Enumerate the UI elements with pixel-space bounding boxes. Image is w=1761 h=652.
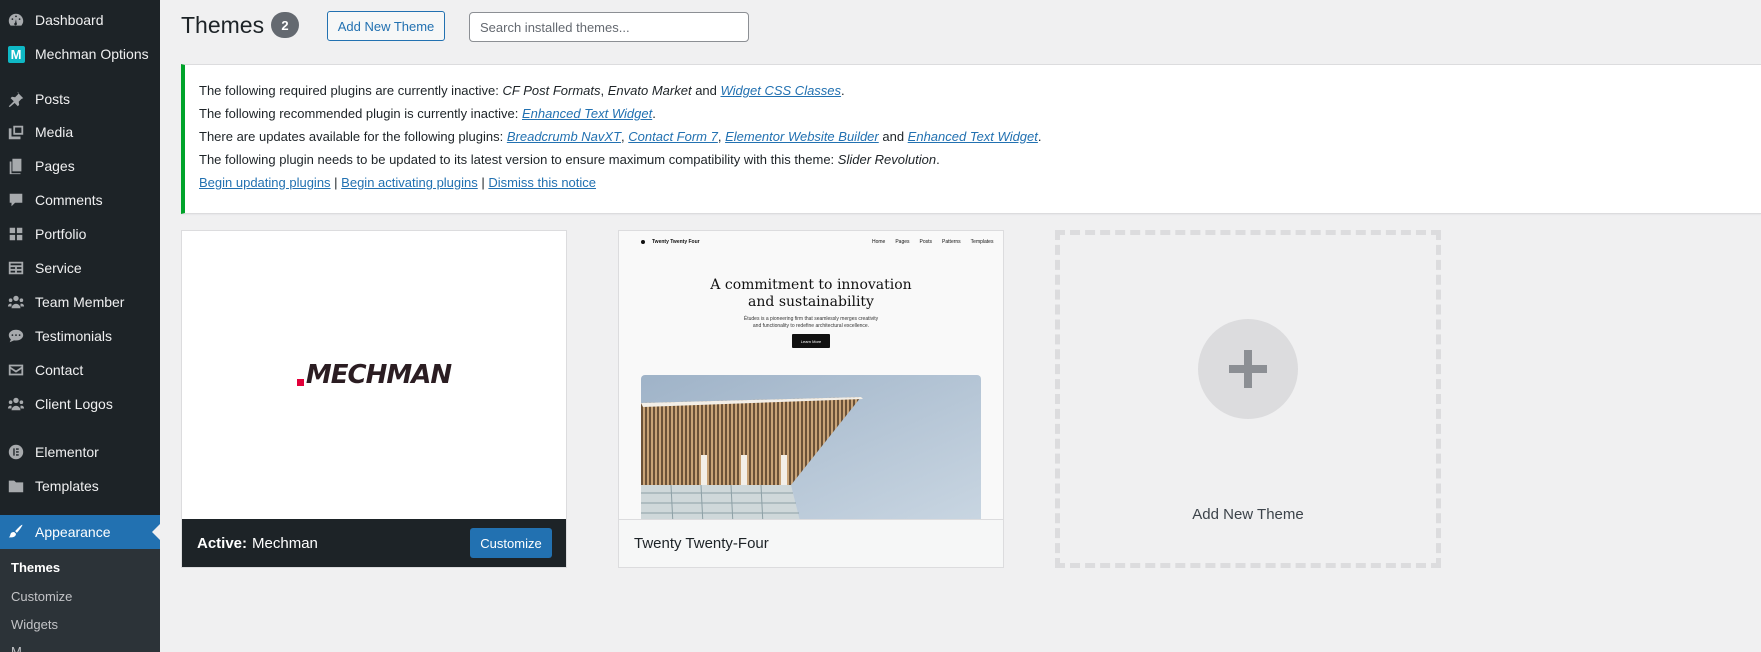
plugin-link[interactable]: Enhanced Text Widget: [908, 129, 1038, 144]
search-themes-input[interactable]: [469, 12, 749, 42]
notice-recommended-plugin: The following recommended plugin is curr…: [199, 106, 656, 121]
submenu-item-widgets[interactable]: Widgets: [11, 617, 58, 632]
pin-icon: [6, 89, 26, 109]
preview-learn-more-button: Learn More: [792, 334, 830, 348]
sidebar-item-label: Media: [35, 124, 74, 140]
sidebar-item-label: Elementor: [35, 444, 99, 460]
notice-plugin-compat: The following plugin needs to be updated…: [199, 152, 940, 167]
add-new-theme-label: Add New Theme: [1192, 506, 1304, 523]
plugin-link[interactable]: Elementor Website Builder: [725, 129, 879, 144]
sidebar-item-label: Service: [35, 260, 82, 276]
sidebar-item-templates[interactable]: Templates: [0, 469, 160, 503]
preview-subtext: Études is a pioneering firm that seamles…: [743, 316, 879, 329]
customize-button[interactable]: Customize: [470, 528, 552, 558]
plugin-link[interactable]: Breadcrumb NavXT: [507, 129, 621, 144]
testimonial-bubble-icon: [6, 326, 26, 346]
sidebar-item-label: Mechman Options: [35, 46, 149, 62]
dismiss-notice-link[interactable]: Dismiss this notice: [488, 175, 596, 190]
sidebar-item-label: Contact: [35, 362, 84, 378]
plugin-link[interactable]: Contact Form 7: [628, 129, 718, 144]
sidebar-item-testimonials[interactable]: Testimonials: [0, 319, 160, 353]
sidebar-item-posts[interactable]: Posts: [0, 82, 160, 116]
plugin-name: CF Post Formats: [502, 83, 601, 98]
sidebar-item-contact[interactable]: Contact: [0, 353, 160, 387]
theme-screenshot[interactable]: Twenty Twenty Four Home Pages Posts Patt…: [619, 231, 1003, 519]
groups-icon: [6, 394, 26, 414]
theme-name: Mechman: [252, 534, 318, 552]
active-theme-bar: Active: Mechman Customize: [182, 519, 566, 567]
groups-icon: [6, 292, 26, 312]
email-icon: [6, 360, 26, 380]
notice-required-plugins: The following required plugins are curre…: [199, 83, 845, 98]
appearance-submenu: Themes Customize Widgets M: [0, 549, 160, 652]
admin-sidebar: Dashboard M Mechman Options Posts Media …: [0, 0, 160, 652]
sidebar-item-label: Comments: [35, 192, 103, 208]
site-logo-dot: [641, 240, 645, 244]
sidebar-item-team-member[interactable]: Team Member: [0, 285, 160, 319]
sidebar-item-comments[interactable]: Comments: [0, 183, 160, 217]
sidebar-item-client-logos[interactable]: Client Logos: [0, 387, 160, 421]
submenu-item-customize[interactable]: Customize: [11, 589, 72, 604]
dashboard-icon: [6, 10, 26, 30]
sidebar-item-service[interactable]: Service: [0, 251, 160, 285]
sidebar-item-label: Testimonials: [35, 328, 113, 344]
theme-count-badge: 2: [271, 12, 299, 38]
theme-name-bar: Twenty Twenty-Four: [619, 519, 1003, 567]
theme-card-mechman[interactable]: MECHMAN Active: Mechman Customize: [181, 230, 567, 568]
page-title: Themes: [181, 12, 265, 38]
notice-actions: Begin updating plugins | Begin activatin…: [199, 175, 597, 190]
media-icon: [6, 122, 26, 142]
pages-icon: [6, 156, 26, 176]
theme-card-twenty-twenty-four[interactable]: Twenty Twenty Four Home Pages Posts Patt…: [618, 230, 1004, 568]
preview-site-name: Twenty Twenty Four: [652, 239, 700, 245]
sidebar-item-portfolio[interactable]: Portfolio: [0, 217, 160, 251]
paintbrush-icon: [6, 522, 26, 542]
mechman-logo: MECHMAN: [182, 231, 566, 519]
submenu-item-menus[interactable]: M: [11, 644, 22, 652]
sidebar-item-label: Templates: [35, 478, 99, 494]
plugin-name: Slider Revolution: [837, 152, 937, 167]
elementor-icon: [6, 442, 26, 462]
sidebar-item-label: Dashboard: [35, 12, 104, 28]
add-new-theme-button[interactable]: Add New Theme: [327, 11, 445, 41]
plugin-link[interactable]: Enhanced Text Widget: [522, 106, 652, 121]
mechman-logo-icon: M: [6, 44, 26, 64]
plugin-link[interactable]: Widget CSS Classes: [721, 83, 842, 98]
theme-screenshot[interactable]: MECHMAN: [182, 231, 566, 519]
sidebar-item-label: Pages: [35, 158, 75, 174]
sidebar-item-label: Portfolio: [35, 226, 87, 242]
sidebar-item-label: Appearance: [35, 524, 111, 540]
active-label: Active:: [197, 534, 248, 552]
sidebar-item-media[interactable]: Media: [0, 115, 160, 149]
sidebar-item-appearance[interactable]: Appearance: [0, 515, 160, 549]
begin-updating-plugins-link[interactable]: Begin updating plugins: [199, 175, 331, 190]
sidebar-item-label: Client Logos: [35, 396, 113, 412]
sidebar-item-label: Posts: [35, 91, 71, 107]
plugin-name: Envato Market: [607, 83, 692, 98]
add-new-theme-card[interactable]: Add New Theme: [1055, 230, 1441, 568]
preview-building-image: [641, 375, 981, 519]
preview-headline: A commitment to innovation and sustainab…: [710, 277, 912, 310]
comments-icon: [6, 190, 26, 210]
theme-name: Twenty Twenty-Four: [634, 535, 769, 552]
sidebar-item-pages[interactable]: Pages: [0, 149, 160, 183]
service-list-icon: [6, 258, 26, 278]
preview-nav: Home Pages Posts Patterns Templates: [872, 239, 994, 245]
plugin-notice: The following required plugins are curre…: [181, 64, 1761, 214]
plus-icon: [1198, 319, 1298, 419]
portfolio-grid-icon: [6, 224, 26, 244]
notice-plugin-updates: There are updates available for the foll…: [199, 129, 1042, 144]
begin-activating-plugins-link[interactable]: Begin activating plugins: [341, 175, 478, 190]
sidebar-item-elementor[interactable]: Elementor: [0, 435, 160, 469]
sidebar-item-dashboard[interactable]: Dashboard: [0, 3, 160, 37]
sidebar-item-label: Team Member: [35, 294, 125, 310]
submenu-item-themes[interactable]: Themes: [11, 560, 60, 575]
folder-icon: [6, 476, 26, 496]
sidebar-item-mechman-options[interactable]: M Mechman Options: [0, 37, 160, 71]
